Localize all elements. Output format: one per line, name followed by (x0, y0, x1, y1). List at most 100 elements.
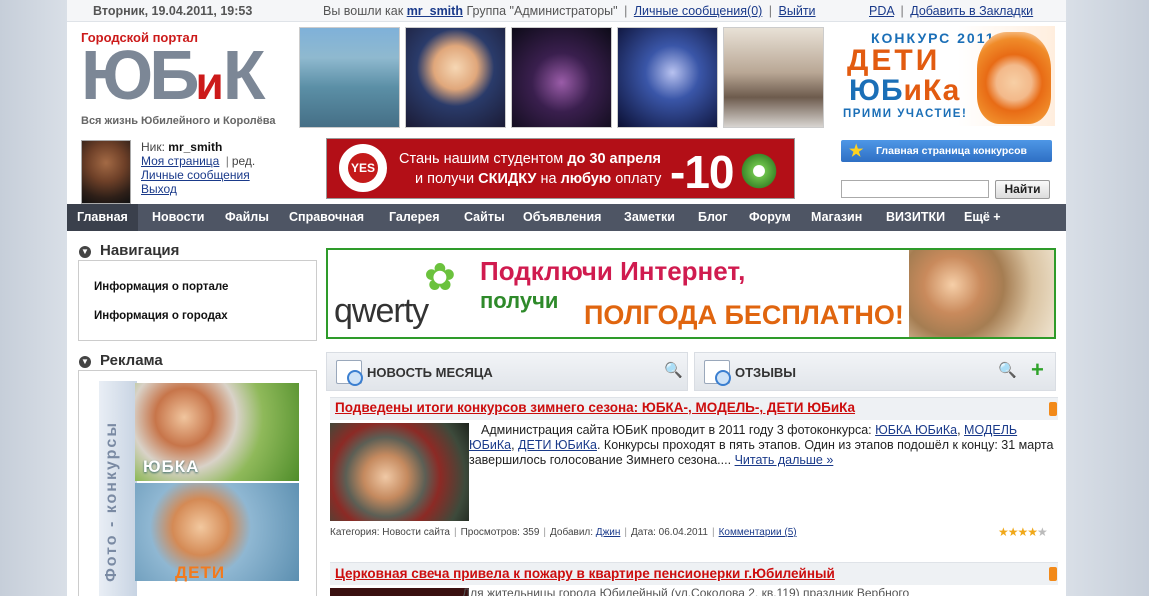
my-page-link[interactable]: Моя страница (141, 154, 219, 168)
logo-tagline-bottom: Вся жизнь Юбилейного и Королёва (81, 115, 276, 127)
nav-gallery[interactable]: Галерея (379, 204, 449, 231)
contests-main-page-button[interactable]: ★ Главная страница конкурсов (841, 140, 1052, 162)
sidebar-navigation-title[interactable]: ▼ Навигация (79, 242, 319, 259)
ad-image-skirt-contest[interactable]: ЮБКА (135, 383, 299, 481)
ad-vertical-strip: Фото - конкурсы (99, 381, 137, 596)
ad-image-kids-contest[interactable]: ДЕТИ (135, 483, 299, 582)
nav-forum[interactable]: Форум (739, 204, 801, 231)
contest-link-kids[interactable]: ДЕТИ ЮБиКа (518, 438, 597, 452)
page-container: Вторник, 19.04.2011, 19:53 Вы вошли как … (67, 0, 1066, 596)
news-category: Категория: Новости сайта (330, 527, 450, 538)
header-photo-beach[interactable] (299, 27, 400, 128)
read-more-link[interactable]: Читать дальше » (735, 453, 834, 467)
ad-vertical-text: Фото - конкурсы (103, 421, 120, 582)
user-messages-link[interactable]: Личные сообщения (141, 168, 250, 182)
news-image[interactable] (330, 588, 469, 596)
internet-banner-line-1: Подключи Интернет, (480, 256, 746, 286)
nav-ads[interactable]: Объявления (513, 204, 611, 231)
collapse-arrow-icon[interactable]: ▼ (79, 246, 91, 258)
login-status: Вы вошли как mr_smith Группа "Администра… (323, 4, 816, 18)
percent-flower-icon (739, 151, 779, 191)
section-title: НОВОСТЬ МЕСЯЦА (367, 365, 493, 380)
login-prefix: Вы вошли как (323, 4, 404, 18)
contest-banner[interactable]: КОНКУРС 2011 ДЕТИ ЮБиКа ПРИМИ УЧАСТИЕ! (839, 26, 1055, 126)
private-messages-link[interactable]: Личные сообщения(0) (634, 4, 763, 18)
contest-banner-child-image (977, 32, 1051, 124)
edit-profile-link[interactable]: ред. (232, 154, 255, 168)
username-link[interactable]: mr_smith (407, 4, 463, 18)
header-photo-concert[interactable] (511, 27, 612, 128)
nav-more[interactable]: Ещё + (954, 204, 1011, 231)
nav-notes[interactable]: Заметки (614, 204, 685, 231)
news-summary: Администрация сайта ЮБиК проводит в 2011… (469, 423, 1054, 467)
contest-banner-subtitle: ЮБиКа (849, 74, 961, 107)
news-author-link[interactable]: Джин (596, 527, 621, 538)
rss-icon[interactable] (1049, 567, 1057, 581)
ad-image-label: ДЕТИ (175, 563, 226, 582)
site-logo[interactable]: Городской портал ЮБиК Вся жизнь Юбилейно… (81, 30, 291, 127)
qwerty-logo: qwerty (334, 292, 429, 330)
section-reviews: ОТЗЫВЫ 🔍 + (694, 352, 1056, 391)
news-icon (336, 360, 363, 386)
sidebar-ads-box: Фото - конкурсы ЮБКА ДЕТИ (78, 370, 317, 596)
internet-banner-line-2: получи (480, 288, 559, 313)
search-icon[interactable]: 🔍 (664, 363, 683, 379)
contest-banner-title: ДЕТИ (847, 44, 941, 77)
search-input[interactable] (841, 180, 989, 198)
top-bar: Вторник, 19.04.2011, 19:53 Вы вошли как … (67, 0, 1066, 22)
header-photo-singer[interactable] (617, 27, 718, 128)
nav-home[interactable]: Главная (67, 204, 138, 231)
news-image[interactable] (330, 423, 469, 521)
news-views: Просмотров: 359 (460, 527, 540, 538)
page-background-left (0, 0, 67, 596)
logout-link[interactable]: Выйти (779, 4, 816, 18)
nav-sites[interactable]: Сайты (454, 204, 515, 231)
logo-text: ЮБиК (81, 36, 265, 114)
nav-files[interactable]: Файлы (215, 204, 279, 231)
contest-link-skirt[interactable]: ЮБКА ЮБиКа (875, 423, 957, 437)
internet-banner-line-3: ПОЛГОДА БЕСПЛАТНО! (584, 300, 904, 330)
top-links: PDA | Добавить в Закладки (869, 4, 1034, 18)
search-icon[interactable]: 🔍 (998, 363, 1017, 379)
star-icon: ★ (849, 143, 864, 160)
main-navigation: Главная Новости Файлы Справочная Галерея… (67, 204, 1066, 231)
add-icon[interactable]: + (1031, 359, 1044, 381)
sidebar-item-cities-info[interactable]: Информация о городах (94, 310, 228, 322)
news-comments-link[interactable]: Комментарии (5) (719, 527, 797, 538)
sidebar-navigation-box: Информация о портале Информация о города… (78, 260, 317, 341)
sidebar-ads-title[interactable]: ▼ Реклама (79, 352, 319, 369)
add-bookmark-link[interactable]: Добавить в Закладки (910, 4, 1033, 18)
user-info: Ник: mr_smith Моя страница | ред. Личные … (141, 140, 256, 196)
nav-reference[interactable]: Справочная (279, 204, 374, 231)
news-meta: Категория: Новости сайта | Просмотров: 359… (330, 527, 797, 538)
header-photo-child[interactable] (405, 27, 506, 128)
sidebar-item-portal-info[interactable]: Информация о портале (94, 281, 228, 293)
news-summary: Для жительницы города Юбилейный (ул.Соко… (462, 586, 910, 596)
internet-promo-banner[interactable]: qwerty ✿ Подключи Интернет, получи ПОЛГО… (326, 248, 1056, 339)
nick-label: Ник: (141, 140, 165, 154)
rating-stars[interactable]: ★★★★★ (998, 525, 1048, 539)
promo-banner-yes[interactable]: YES Стань нашим студентом до 30 апреля и… (326, 138, 795, 199)
current-date: Вторник, 19.04.2011, 19:53 (93, 4, 253, 18)
news-title-link[interactable]: Церковная свеча привела к пожару в кварт… (335, 566, 835, 581)
search-button[interactable]: Найти (995, 180, 1050, 199)
avatar[interactable] (81, 140, 131, 204)
nav-news[interactable]: Новости (142, 204, 214, 231)
nav-blog[interactable]: Блог (688, 204, 738, 231)
ad-image-label: ЮБКА (143, 457, 200, 476)
header-photo-building[interactable] (723, 27, 824, 128)
internet-banner-people-image (909, 250, 1054, 337)
clover-icon: ✿ (424, 257, 456, 299)
pda-link[interactable]: PDA (869, 4, 894, 18)
user-logout-link[interactable]: Выход (141, 182, 177, 196)
star-icon: ★★★★ (998, 525, 1038, 539)
rss-icon[interactable] (1049, 402, 1057, 416)
collapse-arrow-icon[interactable]: ▼ (79, 356, 91, 368)
promo-line-2: и получи СКИДКУ на любую оплату (415, 171, 662, 187)
news-title-link[interactable]: Подведены итоги конкурсов зимнего сезона… (335, 400, 855, 415)
page-background-right (1066, 0, 1149, 596)
nav-shop[interactable]: Магазин (801, 204, 872, 231)
nav-business-cards[interactable]: ВИЗИТКИ (876, 204, 955, 231)
section-title: ОТЗЫВЫ (735, 365, 797, 380)
contest-banner-cta: ПРИМИ УЧАСТИЕ! (843, 108, 968, 120)
